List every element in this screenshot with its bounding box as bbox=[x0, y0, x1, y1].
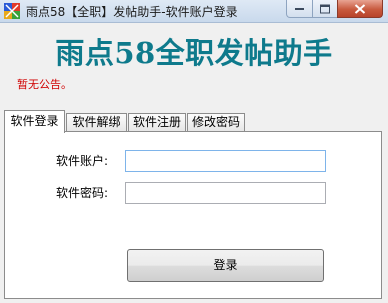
login-panel: 软件账户: 软件密码: 登录 bbox=[4, 131, 382, 299]
tab-change-password[interactable]: 修改密码 bbox=[187, 113, 245, 132]
close-button[interactable] bbox=[337, 0, 383, 18]
account-label: 软件账户: bbox=[56, 154, 109, 168]
announcement-text: 暂无公告。 bbox=[17, 78, 72, 91]
tab-software-login[interactable]: 软件登录 bbox=[4, 110, 65, 133]
minimize-icon bbox=[294, 7, 304, 10]
close-icon bbox=[354, 3, 366, 14]
account-input[interactable] bbox=[125, 150, 326, 172]
maximize-icon bbox=[320, 4, 330, 13]
app-heading: 雨点58全职发帖助手 bbox=[55, 36, 333, 70]
login-button[interactable]: 登录 bbox=[127, 249, 324, 282]
title-bar: 雨点58【全职】发帖助手-软件账户登录 bbox=[0, 0, 388, 23]
maximize-button[interactable] bbox=[312, 0, 338, 18]
window-title: 雨点58【全职】发帖助手-软件账户登录 bbox=[26, 5, 238, 19]
tab-software-unbind[interactable]: 软件解绑 bbox=[66, 113, 127, 132]
tab-software-register[interactable]: 软件注册 bbox=[128, 113, 186, 132]
password-input[interactable] bbox=[125, 182, 326, 204]
password-label: 软件密码: bbox=[56, 186, 109, 200]
app-icon bbox=[4, 3, 20, 19]
minimize-button[interactable] bbox=[286, 0, 313, 18]
